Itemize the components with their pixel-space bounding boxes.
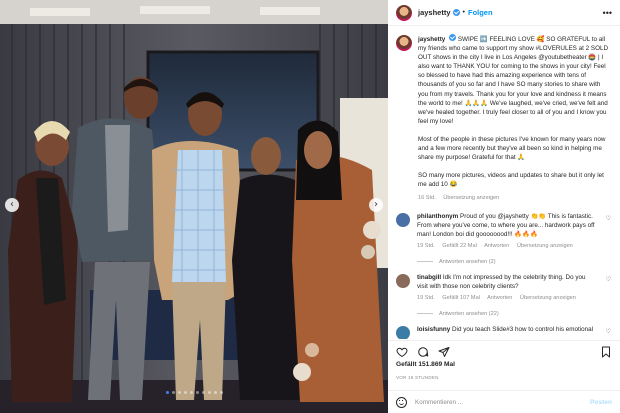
comment-username[interactable]: tinabgill bbox=[417, 274, 441, 281]
like-comment-heart-icon[interactable]: ♡ bbox=[606, 276, 611, 283]
comment-text: Did you teach Slide#3 how to control his… bbox=[452, 325, 594, 333]
avatar[interactable] bbox=[396, 35, 412, 51]
post-header: jayshetty • Folgen ••• bbox=[388, 0, 620, 26]
reply-button[interactable]: Antworten bbox=[487, 295, 512, 301]
carousel-dot bbox=[213, 391, 217, 394]
comment-likes[interactable]: Gefällt 22 Mal bbox=[442, 243, 477, 249]
carousel-dot bbox=[189, 391, 193, 394]
comments-scroll-area[interactable]: jayshetty SWIPE ➡️ FEELING LOVE 🥰 SO GRA… bbox=[388, 26, 620, 339]
carousel-indicator bbox=[0, 391, 388, 394]
avatar[interactable] bbox=[396, 212, 410, 227]
caption-text: SWIPE ➡️ FEELING LOVE 🥰 SO GRATEFUL to a… bbox=[418, 36, 609, 125]
carousel-dot bbox=[207, 391, 211, 394]
chevron-left-icon: ‹ bbox=[10, 199, 14, 210]
avatar[interactable] bbox=[396, 4, 412, 21]
add-comment-bar: Posten bbox=[388, 390, 620, 413]
comment-icon[interactable] bbox=[417, 345, 429, 357]
chevron-right-icon: › bbox=[374, 199, 378, 210]
carousel-dot bbox=[201, 391, 205, 394]
comment-username[interactable]: loisisfunny bbox=[417, 326, 450, 333]
comment-item: philanthonym Proud of you @jayshetty 👏👏 … bbox=[388, 212, 620, 251]
view-replies-button[interactable]: Antworten ansehen (2) bbox=[417, 259, 620, 265]
caption-paragraph: SO many more pictures, videos and update… bbox=[418, 172, 604, 189]
separator-dot: • bbox=[462, 9, 465, 16]
caption-username[interactable]: jayshetty bbox=[418, 36, 445, 43]
comment-item: tinabgill Idk I'm not impressed by the c… bbox=[388, 273, 620, 303]
translate-link[interactable]: Übersetzung anzeigen bbox=[520, 295, 576, 301]
avatar[interactable] bbox=[396, 273, 410, 288]
more-options-icon[interactable]: ••• bbox=[603, 8, 612, 18]
comment-age: 19 Std. bbox=[417, 294, 435, 301]
translate-link[interactable]: Übersetzung anzeigen bbox=[443, 195, 499, 201]
comment-text: Idk I'm not impressed by the celebrity t… bbox=[417, 273, 586, 290]
username-link[interactable]: jayshetty bbox=[418, 8, 451, 17]
carousel-dot bbox=[165, 391, 169, 394]
group-photo-illustration bbox=[0, 0, 388, 413]
verified-badge-icon bbox=[449, 34, 457, 41]
like-comment-heart-icon[interactable]: ♡ bbox=[606, 328, 611, 335]
previous-slide-button[interactable]: ‹ bbox=[5, 198, 19, 212]
like-comment-heart-icon[interactable]: ♡ bbox=[606, 215, 611, 222]
avatar[interactable] bbox=[396, 325, 410, 339]
post-caption: jayshetty SWIPE ➡️ FEELING LOVE 🥰 SO GRA… bbox=[388, 26, 620, 204]
carousel-dot bbox=[195, 391, 199, 394]
comment-likes[interactable]: Gefällt 107 Mal bbox=[442, 295, 480, 301]
carousel-dot bbox=[183, 391, 187, 394]
next-slide-button[interactable]: › bbox=[369, 198, 383, 212]
comment-item: loisisfunny Did you teach Slide#3 how to… bbox=[388, 325, 620, 339]
verified-badge-icon bbox=[452, 9, 460, 16]
comment-username[interactable]: philanthonym bbox=[417, 213, 458, 220]
post-sidebar: jayshetty • Folgen ••• jayshetty SWIPE ➡… bbox=[388, 0, 620, 413]
view-replies-button[interactable]: Antworten ansehen (22) bbox=[417, 311, 620, 317]
comment-age: 19 Std. bbox=[417, 242, 435, 249]
carousel-dot bbox=[177, 391, 181, 394]
emoji-icon[interactable] bbox=[396, 396, 407, 408]
carousel-dot bbox=[219, 391, 223, 394]
bookmark-icon[interactable] bbox=[600, 345, 612, 357]
translate-link[interactable]: Übersetzung anzeigen bbox=[517, 243, 573, 249]
follow-button[interactable]: Folgen bbox=[468, 8, 493, 17]
reply-button[interactable]: Antworten bbox=[484, 243, 509, 249]
heart-icon[interactable] bbox=[396, 345, 408, 357]
post-photo[interactable]: ‹ › bbox=[0, 0, 388, 413]
comment-input[interactable] bbox=[415, 398, 575, 406]
caption-age: 16 Std. bbox=[418, 195, 436, 202]
carousel-dot bbox=[171, 391, 175, 394]
post-comment-button[interactable]: Posten bbox=[590, 399, 612, 406]
likes-count[interactable]: Gefällt 151.869 Mal bbox=[396, 361, 455, 368]
caption-paragraph: Most of the people in these pictures I'v… bbox=[418, 135, 606, 162]
share-icon[interactable] bbox=[438, 345, 450, 357]
post-timestamp: VOR 16 STUNDEN bbox=[396, 375, 439, 380]
post-actions-bar bbox=[388, 340, 620, 360]
